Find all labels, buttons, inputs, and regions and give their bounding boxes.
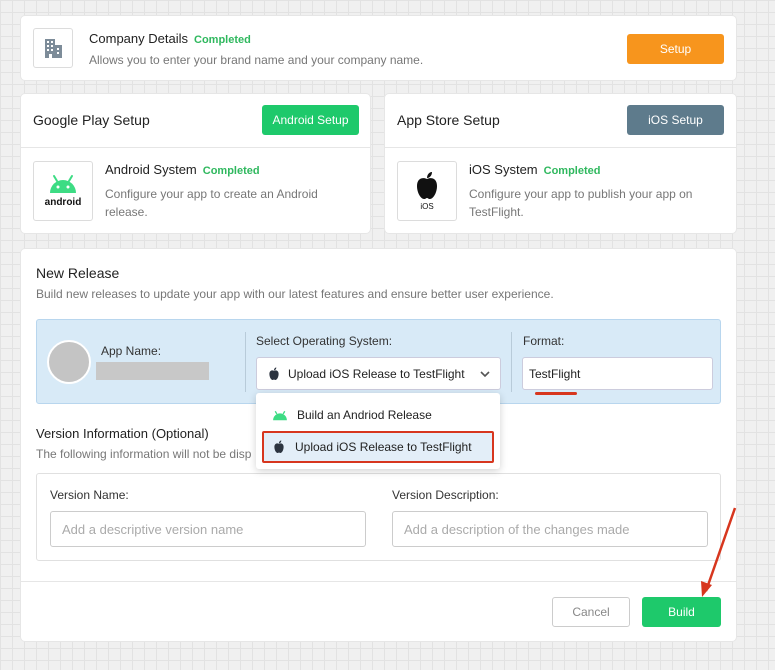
new-release-card: New Release Build new releases to update… [21,249,736,641]
format-field[interactable]: TestFlight [522,357,713,390]
ios-logo-text: iOS [420,202,434,211]
os-select[interactable]: Upload iOS Release to TestFlight [256,357,501,390]
format-label: Format: [523,334,565,348]
version-name-placeholder: Add a descriptive version name [62,521,244,537]
app-name-label: App Name: [101,344,162,358]
building-icon [45,39,62,58]
app-name-value [96,362,209,380]
dropdown-item-ios[interactable]: Upload iOS Release to TestFlight [262,431,494,463]
version-name-input[interactable]: Add a descriptive version name [50,511,366,547]
os-label: Select Operating System: [256,334,393,348]
google-play-setup-card: Google Play Setup Android Setup android … [21,94,370,233]
company-status: Completed [194,34,251,46]
google-play-title: Google Play Setup [33,112,150,128]
ios-description: Configure your app to publish your app o… [469,187,693,219]
divider [245,332,246,392]
android-description: Configure your app to create an Android … [105,187,318,219]
version-info-title: Version Information (Optional) [36,426,209,441]
version-info-description: The following information will not be di… [36,447,252,461]
app-avatar [47,340,91,384]
android-status: Completed [202,165,260,177]
release-config-panel: App Name: Select Operating System: Uploa… [36,319,721,404]
version-name-label: Version Name: [50,488,129,502]
dropdown-item-android[interactable]: Build an Andriod Release [262,399,494,431]
ios-logo-box: iOS [397,161,457,221]
annotation-underline [535,392,577,395]
version-description-input[interactable]: Add a description of the changes made [392,511,708,547]
apple-icon [269,367,279,380]
apple-icon [274,440,284,453]
annotation-arrow [701,507,737,597]
building-icon-box [33,28,73,68]
ios-system-title: iOS System [469,162,538,177]
format-value: TestFlight [529,366,581,381]
android-logo-box: android [33,161,93,221]
app-store-setup-card: App Store Setup iOS Setup iOS iOS System… [385,94,736,233]
android-system-title: Android System [105,162,197,177]
google-play-header: Google Play Setup Android Setup [21,94,370,148]
android-setup-button[interactable]: Android Setup [262,105,359,135]
build-button[interactable]: Build [642,597,721,627]
os-select-value: Upload iOS Release to TestFlight [288,366,465,381]
app-store-header: App Store Setup iOS Setup [385,94,736,148]
company-title: Company Details [89,31,188,46]
company-description: Allows you to enter your brand name and … [89,53,424,67]
new-release-title: New Release [36,265,120,281]
cancel-button[interactable]: Cancel [552,597,630,627]
android-icon [273,410,287,420]
divider [511,332,512,392]
ios-status: Completed [543,165,601,177]
setup-button[interactable]: Setup [627,34,724,64]
company-details-card: Company Details Completed Allows you to e… [21,16,736,80]
apple-icon [417,172,437,199]
footer-divider [21,581,736,582]
os-dropdown-menu: Build an Andriod Release Upload iOS Rele… [256,393,500,469]
android-icon [50,175,76,193]
version-fields-box: Version Name: Add a descriptive version … [36,473,721,561]
new-release-description: Build new releases to update your app wi… [36,287,554,301]
version-description-label: Version Description: [392,488,499,502]
dropdown-item-label: Build an Andriod Release [297,408,432,422]
dropdown-item-label: Upload iOS Release to TestFlight [295,440,472,454]
app-store-title: App Store Setup [397,112,500,128]
version-description-placeholder: Add a description of the changes made [404,521,630,537]
android-logo-text: android [44,197,82,208]
ios-setup-button[interactable]: iOS Setup [627,105,724,135]
chevron-down-icon [480,371,490,378]
